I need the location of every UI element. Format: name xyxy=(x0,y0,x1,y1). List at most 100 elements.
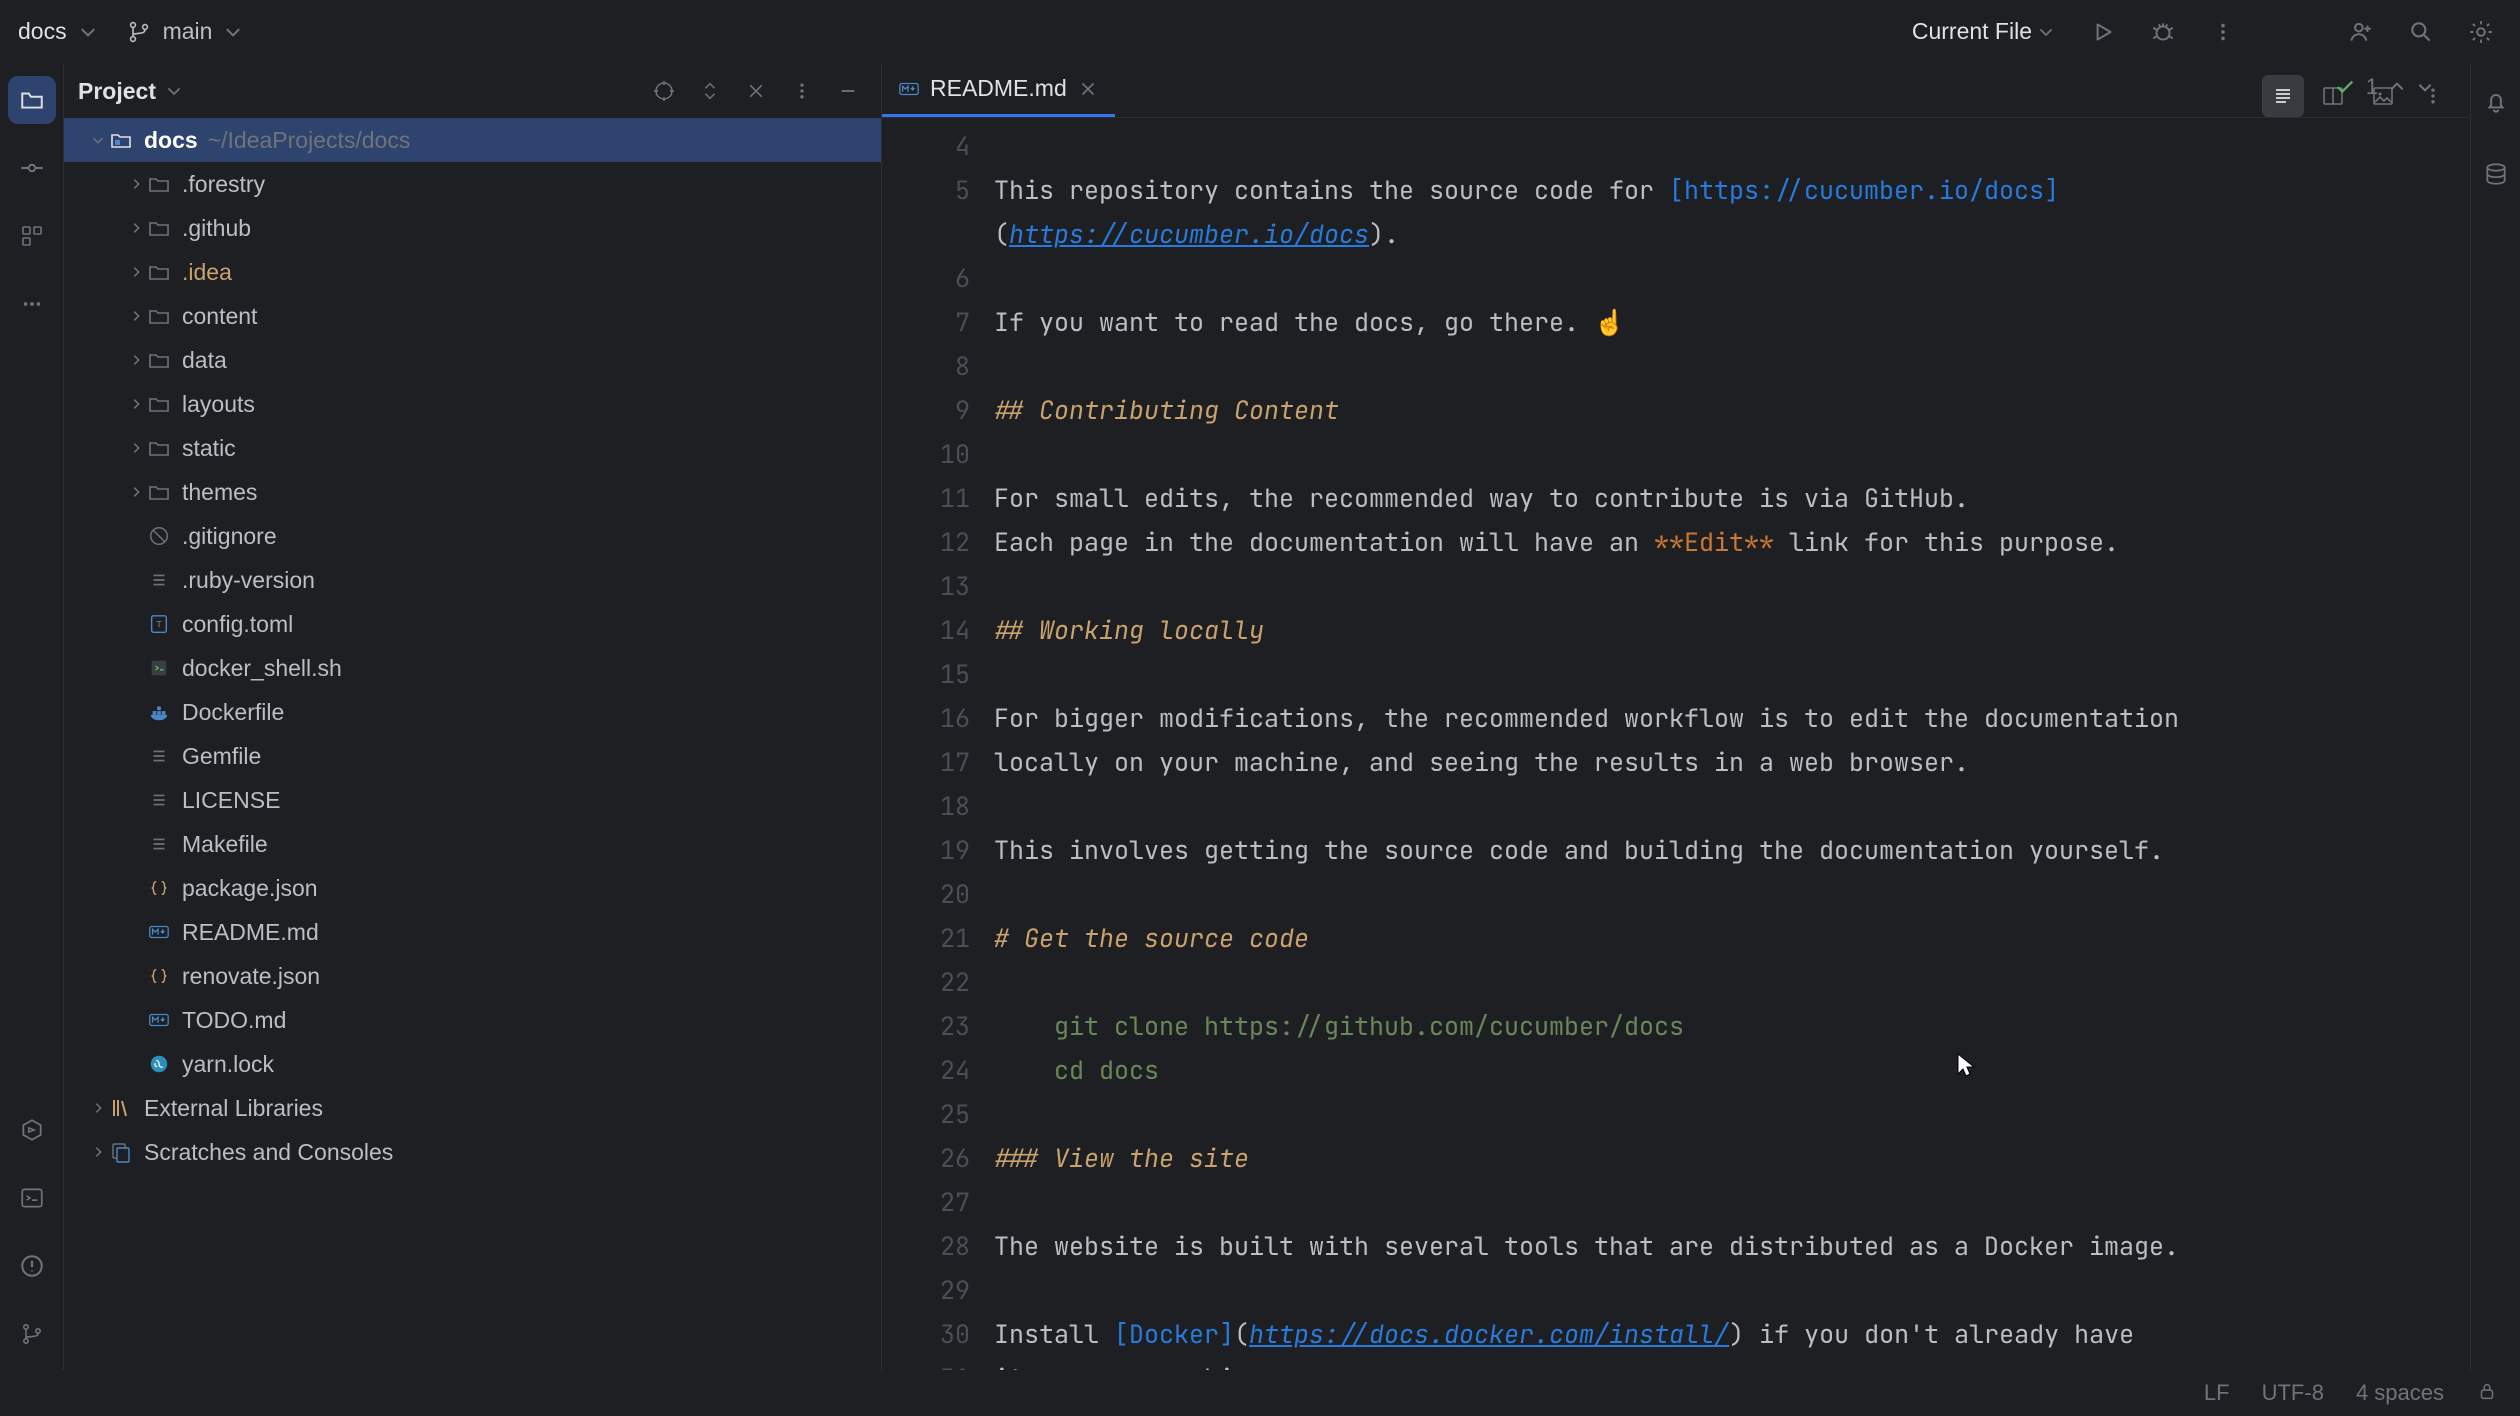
tree-root[interactable]: docs ~/IdeaProjects/docs xyxy=(64,118,881,162)
gutter-line-number: 23 xyxy=(882,1004,970,1048)
search-everywhere-button[interactable] xyxy=(2400,11,2442,53)
panel-options-button[interactable] xyxy=(783,72,821,110)
status-indent[interactable]: 4 spaces xyxy=(2356,1380,2444,1406)
tree-file[interactable]: Gemfile xyxy=(64,734,881,778)
code-line[interactable] xyxy=(994,652,2470,696)
code-line[interactable] xyxy=(994,960,2470,1004)
tool-problems-button[interactable] xyxy=(8,1242,56,1290)
tree-file[interactable]: README.md xyxy=(64,910,881,954)
inspection-widget[interactable]: 1 xyxy=(2334,74,2434,100)
tree-folder[interactable]: layouts xyxy=(64,382,881,426)
code-line[interactable]: ## Contributing Content xyxy=(994,388,2470,432)
collapse-all-button[interactable] xyxy=(737,72,775,110)
debug-button[interactable] xyxy=(2142,11,2184,53)
folder-icon xyxy=(19,87,45,113)
select-opened-file-button[interactable] xyxy=(645,72,683,110)
status-encoding[interactable]: UTF-8 xyxy=(2262,1380,2324,1406)
tool-database-button[interactable] xyxy=(2472,150,2520,198)
code-line[interactable]: For bigger modifications, the recommende… xyxy=(994,696,2470,740)
tool-services-button[interactable] xyxy=(8,1106,56,1154)
run-button[interactable] xyxy=(2082,11,2124,53)
tree-file[interactable]: renovate.json xyxy=(64,954,881,998)
tool-commit-button[interactable] xyxy=(8,144,56,192)
status-readonly-button[interactable] xyxy=(2476,1380,2498,1406)
project-dropdown[interactable]: docs xyxy=(18,18,97,45)
code-line[interactable]: cd docs xyxy=(994,1048,2470,1092)
tool-vcs-button[interactable] xyxy=(8,1310,56,1358)
code-line[interactable]: Install [Docker](https://docs.docker.com… xyxy=(994,1312,2470,1356)
tree-file[interactable]: Makefile xyxy=(64,822,881,866)
close-tab-button[interactable] xyxy=(1077,78,1099,100)
tree-file[interactable]: yarn.lock xyxy=(64,1042,881,1086)
code-line[interactable]: # Get the source code xyxy=(994,916,2470,960)
project-view-dropdown[interactable]: Project xyxy=(78,78,182,105)
code-line[interactable] xyxy=(994,124,2470,168)
chevron-right-icon xyxy=(129,177,143,191)
tree-file[interactable]: .gitignore xyxy=(64,514,881,558)
tree-folder[interactable]: content xyxy=(64,294,881,338)
code-line[interactable]: For small edits, the recommended way to … xyxy=(994,476,2470,520)
code-line[interactable]: This repository contains the source code… xyxy=(994,168,2470,212)
code-line[interactable]: git clone https://github.com/cucumber/do… xyxy=(994,1004,2470,1048)
code-line[interactable] xyxy=(994,784,2470,828)
chevron-right-icon xyxy=(129,309,143,323)
code-line[interactable]: ### View the site xyxy=(994,1136,2470,1180)
editor-tab-readme[interactable]: README.md xyxy=(882,63,1115,117)
tree-file[interactable]: Dockerfile xyxy=(64,690,881,734)
tree-file[interactable]: .ruby-version xyxy=(64,558,881,602)
code-line[interactable]: locally on your machine, and seeing the … xyxy=(994,740,2470,784)
gutter-line-number: 20 xyxy=(882,872,970,916)
tree-file[interactable]: LICENSE xyxy=(64,778,881,822)
tree-folder-label: static xyxy=(182,435,236,462)
code-line[interactable] xyxy=(994,1268,2470,1312)
tree-file[interactable]: T config.toml xyxy=(64,602,881,646)
tool-more-button[interactable] xyxy=(8,280,56,328)
more-actions-button[interactable] xyxy=(2202,11,2244,53)
tool-terminal-button[interactable] xyxy=(8,1174,56,1222)
tool-project-button[interactable] xyxy=(8,76,56,124)
tree-external-libraries[interactable]: External Libraries xyxy=(64,1086,881,1130)
gutter-line-number: 15 xyxy=(882,652,970,696)
tree-folder[interactable]: .github xyxy=(64,206,881,250)
settings-button[interactable] xyxy=(2460,11,2502,53)
tree-folder[interactable]: .idea xyxy=(64,250,881,294)
code-line[interactable] xyxy=(994,344,2470,388)
code-line[interactable]: If you want to read the docs, go there. … xyxy=(994,300,2470,344)
code-line[interactable]: it on your machine xyxy=(994,1356,2470,1370)
tree-folder[interactable]: data xyxy=(64,338,881,382)
markdown-file-icon xyxy=(148,921,170,943)
code-line[interactable]: ## Working locally xyxy=(994,608,2470,652)
vcs-branch-dropdown[interactable]: main xyxy=(127,18,243,45)
code-line[interactable]: This involves getting the source code an… xyxy=(994,828,2470,872)
code-line[interactable] xyxy=(994,564,2470,608)
code-line[interactable] xyxy=(994,1092,2470,1136)
tree-folder[interactable]: themes xyxy=(64,470,881,514)
code-line[interactable] xyxy=(994,872,2470,916)
kebab-icon xyxy=(792,81,812,101)
status-line-separator[interactable]: LF xyxy=(2204,1380,2230,1406)
database-icon xyxy=(2483,161,2509,187)
code-with-me-button[interactable] xyxy=(2340,11,2382,53)
tree-file[interactable]: package.json xyxy=(64,866,881,910)
tree-scratches[interactable]: Scratches and Consoles xyxy=(64,1130,881,1174)
chevron-down-icon[interactable] xyxy=(2416,78,2434,96)
tool-notifications-button[interactable] xyxy=(2472,78,2520,126)
tree-file[interactable]: TODO.md xyxy=(64,998,881,1042)
tool-structure-button[interactable] xyxy=(8,212,56,260)
tree-file[interactable]: docker_shell.sh xyxy=(64,646,881,690)
target-icon xyxy=(652,79,676,103)
run-config-dropdown[interactable]: Current File xyxy=(1912,18,2054,45)
chevron-up-icon[interactable] xyxy=(2388,78,2406,96)
code-line[interactable] xyxy=(994,432,2470,476)
code-line[interactable] xyxy=(994,1180,2470,1224)
tree-folder[interactable]: static xyxy=(64,426,881,470)
code-line[interactable]: (https://cucumber.io/docs). xyxy=(994,212,2470,256)
hide-panel-button[interactable] xyxy=(829,72,867,110)
gutter-line-number: 9 xyxy=(882,388,970,432)
code-line[interactable] xyxy=(994,256,2470,300)
expand-all-button[interactable] xyxy=(691,72,729,110)
tree-folder[interactable]: .forestry xyxy=(64,162,881,206)
editor-only-view-button[interactable] xyxy=(2262,75,2304,117)
code-line[interactable]: The website is built with several tools … xyxy=(994,1224,2470,1268)
code-line[interactable]: Each page in the documentation will have… xyxy=(994,520,2470,564)
